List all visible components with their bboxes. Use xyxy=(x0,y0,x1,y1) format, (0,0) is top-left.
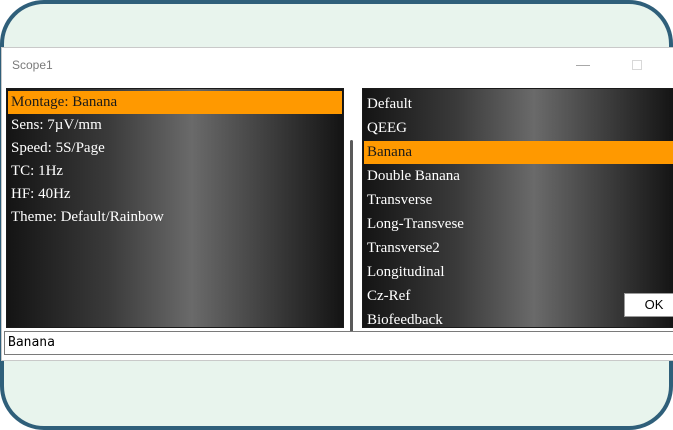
settings-list[interactable]: Montage: Banana Sens: 7µV/mm Speed: 5S/P… xyxy=(6,88,344,328)
settings-item-high-filter[interactable]: HF: 40Hz xyxy=(8,183,342,206)
option-item-selected[interactable]: Banana xyxy=(364,141,673,164)
settings-scrollbar[interactable] xyxy=(344,88,362,335)
selected-montage-field[interactable]: Banana xyxy=(4,331,673,355)
title-bar[interactable]: Scope1 xyxy=(2,48,673,88)
option-item[interactable]: Long-Transvese xyxy=(364,213,673,236)
settings-item-speed[interactable]: Speed: 5S/Page xyxy=(8,137,342,160)
scope-window: Scope1 Montage: Banana Sens: 7µV/mm Spee… xyxy=(2,48,673,360)
scrollbar-thumb[interactable] xyxy=(350,140,353,335)
settings-item-time-constant[interactable]: TC: 1Hz xyxy=(8,160,342,183)
option-item[interactable]: Default xyxy=(364,93,673,116)
maximize-button[interactable] xyxy=(632,60,642,70)
settings-item-sensitivity[interactable]: Sens: 7µV/mm xyxy=(8,114,342,137)
settings-item-montage[interactable]: Montage: Banana xyxy=(8,91,342,114)
option-item[interactable]: Double Banana xyxy=(364,165,673,188)
settings-item-theme[interactable]: Theme: Default/Rainbow xyxy=(8,206,342,229)
option-item[interactable]: QEEG xyxy=(364,117,673,140)
option-item[interactable]: Longitudinal xyxy=(364,261,673,284)
options-list[interactable]: Default QEEG Banana Double Banana Transv… xyxy=(362,88,673,328)
option-item[interactable]: Transverse xyxy=(364,189,673,212)
window-title: Scope1 xyxy=(12,58,53,72)
minimize-button[interactable] xyxy=(576,65,590,66)
option-item[interactable]: Transverse2 xyxy=(364,237,673,260)
ok-button[interactable]: OK xyxy=(624,293,673,317)
